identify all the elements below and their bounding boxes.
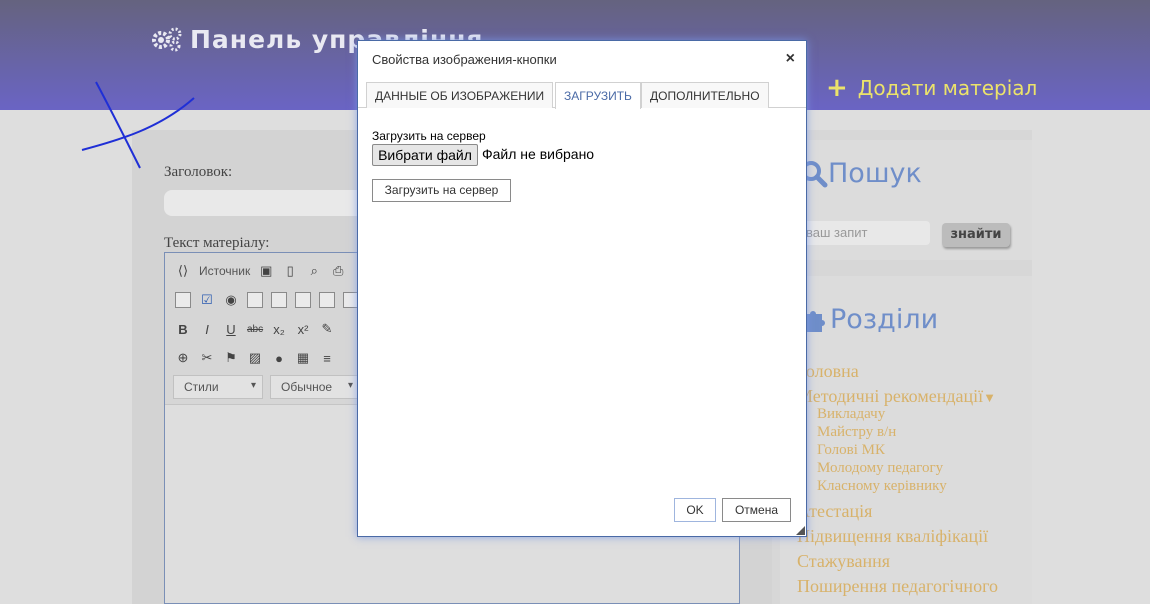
text-label: Текст матеріалу: bbox=[164, 235, 270, 251]
italic-icon[interactable]: I bbox=[199, 322, 215, 337]
textfield-icon[interactable] bbox=[247, 292, 263, 308]
format-combo[interactable]: Обычное bbox=[270, 375, 360, 399]
preview-icon[interactable]: ⌕ bbox=[306, 263, 322, 279]
underline-icon[interactable]: U bbox=[223, 322, 239, 337]
nav-item-qualification[interactable]: Підвищення кваліфікації bbox=[797, 526, 988, 547]
search-title: Пошук bbox=[800, 158, 922, 189]
sections-title-text: Розділи bbox=[830, 304, 939, 335]
nav-subitem-master[interactable]: Майстру в/н bbox=[817, 424, 896, 441]
toolbar-row-2: ☑ ◉ bbox=[175, 292, 359, 308]
unlink-icon[interactable]: ✂ bbox=[199, 350, 215, 366]
radio-icon[interactable]: ◉ bbox=[223, 292, 239, 308]
upload-to-server-button[interactable]: Загрузить на сервер bbox=[372, 179, 511, 202]
tab-advanced[interactable]: ДОПОЛНИТЕЛЬНО bbox=[641, 82, 769, 108]
nav-subitem-teacher[interactable]: Викладачу bbox=[817, 406, 885, 423]
plus-icon: + bbox=[826, 73, 848, 103]
button-icon[interactable] bbox=[319, 292, 335, 308]
gears-icon bbox=[152, 27, 182, 52]
bold-icon[interactable]: B bbox=[175, 322, 191, 337]
close-icon[interactable]: × bbox=[786, 50, 795, 68]
source-icon: ⟨⟩ bbox=[177, 263, 189, 278]
toolbar-row-3: B I U abc x₂ x² ✎ bbox=[175, 321, 335, 337]
tab-upload[interactable]: ЗАГРУЗИТЬ bbox=[555, 82, 641, 109]
nav-subitem-class-teacher[interactable]: Класному керівнику bbox=[817, 478, 947, 495]
search-button[interactable]: знайти bbox=[942, 223, 1010, 247]
remove-format-icon[interactable]: ✎ bbox=[319, 321, 335, 337]
source-button[interactable]: Источник bbox=[199, 264, 250, 278]
print-icon[interactable]: ⎙ bbox=[330, 263, 346, 279]
choose-file-button[interactable]: Вибрати файл bbox=[372, 144, 478, 166]
image-button-properties-dialog: Свойства изображения-кнопки × ДАННЫЕ ОБ … bbox=[357, 40, 807, 537]
add-material-link[interactable]: + Додати матеріал bbox=[826, 73, 1038, 103]
nav-item-internship[interactable]: Стажування bbox=[797, 551, 890, 572]
flash-icon[interactable]: ● bbox=[271, 351, 287, 366]
styles-combo[interactable]: Стили bbox=[173, 375, 263, 399]
cancel-button[interactable]: Отмена bbox=[722, 498, 791, 522]
upload-label: Загрузить на сервер bbox=[372, 129, 486, 143]
hr-icon[interactable]: ≡ bbox=[319, 351, 335, 366]
dialog-tabs: ДАННЫЕ ОБ ИЗОБРАЖЕНИИ ЗАГРУЗИТЬ ДОПОЛНИТ… bbox=[358, 82, 806, 109]
sections-title: Розділи bbox=[800, 304, 938, 335]
nav-item-attestation[interactable]: Атестація bbox=[797, 501, 872, 522]
image-icon[interactable]: ▨ bbox=[247, 350, 263, 366]
nav-item-methodics[interactable]: Методичні рекомендації▼ bbox=[797, 386, 996, 407]
file-status: Файл не вибрано bbox=[482, 146, 595, 162]
search-input[interactable]: ваш запит bbox=[796, 221, 930, 245]
superscript-icon[interactable]: x² bbox=[295, 322, 311, 337]
textarea-icon[interactable] bbox=[271, 292, 287, 308]
dialog-title: Свойства изображения-кнопки bbox=[372, 52, 557, 67]
pen-scribble bbox=[81, 81, 195, 169]
nav-item-methodics-label: Методичні рекомендації bbox=[797, 386, 984, 406]
new-page-icon[interactable]: ▯ bbox=[282, 263, 298, 279]
caret-down-icon: ▼ bbox=[983, 390, 996, 405]
search-title-text: Пошук bbox=[828, 158, 922, 189]
tab-image-info[interactable]: ДАННЫЕ ОБ ИЗОБРАЖЕНИИ bbox=[366, 82, 554, 108]
nav-subitem-young-teacher[interactable]: Молодому педагогу bbox=[817, 460, 943, 477]
table-icon[interactable]: ▦ bbox=[295, 350, 311, 366]
anchor-icon[interactable]: ⚑ bbox=[223, 350, 239, 366]
nav-item-dissemination[interactable]: Поширення педагогічного bbox=[797, 576, 998, 597]
checkbox-icon[interactable]: ☑ bbox=[199, 292, 215, 308]
form-icon[interactable] bbox=[175, 292, 191, 308]
select-icon[interactable] bbox=[295, 292, 311, 308]
strike-icon[interactable]: abc bbox=[247, 324, 263, 335]
save-icon[interactable]: ▣ bbox=[258, 263, 274, 279]
add-material-label: Додати матеріал bbox=[857, 76, 1038, 100]
ok-button[interactable]: OK bbox=[674, 498, 716, 522]
resize-handle[interactable] bbox=[796, 526, 805, 535]
title-input[interactable] bbox=[164, 190, 374, 216]
link-icon[interactable]: ⊕ bbox=[175, 350, 191, 366]
toolbar-row-1: ⟨⟩ Источник ▣ ▯ ⌕ ⎙ bbox=[175, 263, 346, 279]
subscript-icon[interactable]: x₂ bbox=[271, 322, 287, 337]
toolbar-row-4: ⊕ ✂ ⚑ ▨ ● ▦ ≡ bbox=[175, 350, 335, 366]
nav-subitem-head-mk[interactable]: Голові МК bbox=[817, 442, 885, 459]
